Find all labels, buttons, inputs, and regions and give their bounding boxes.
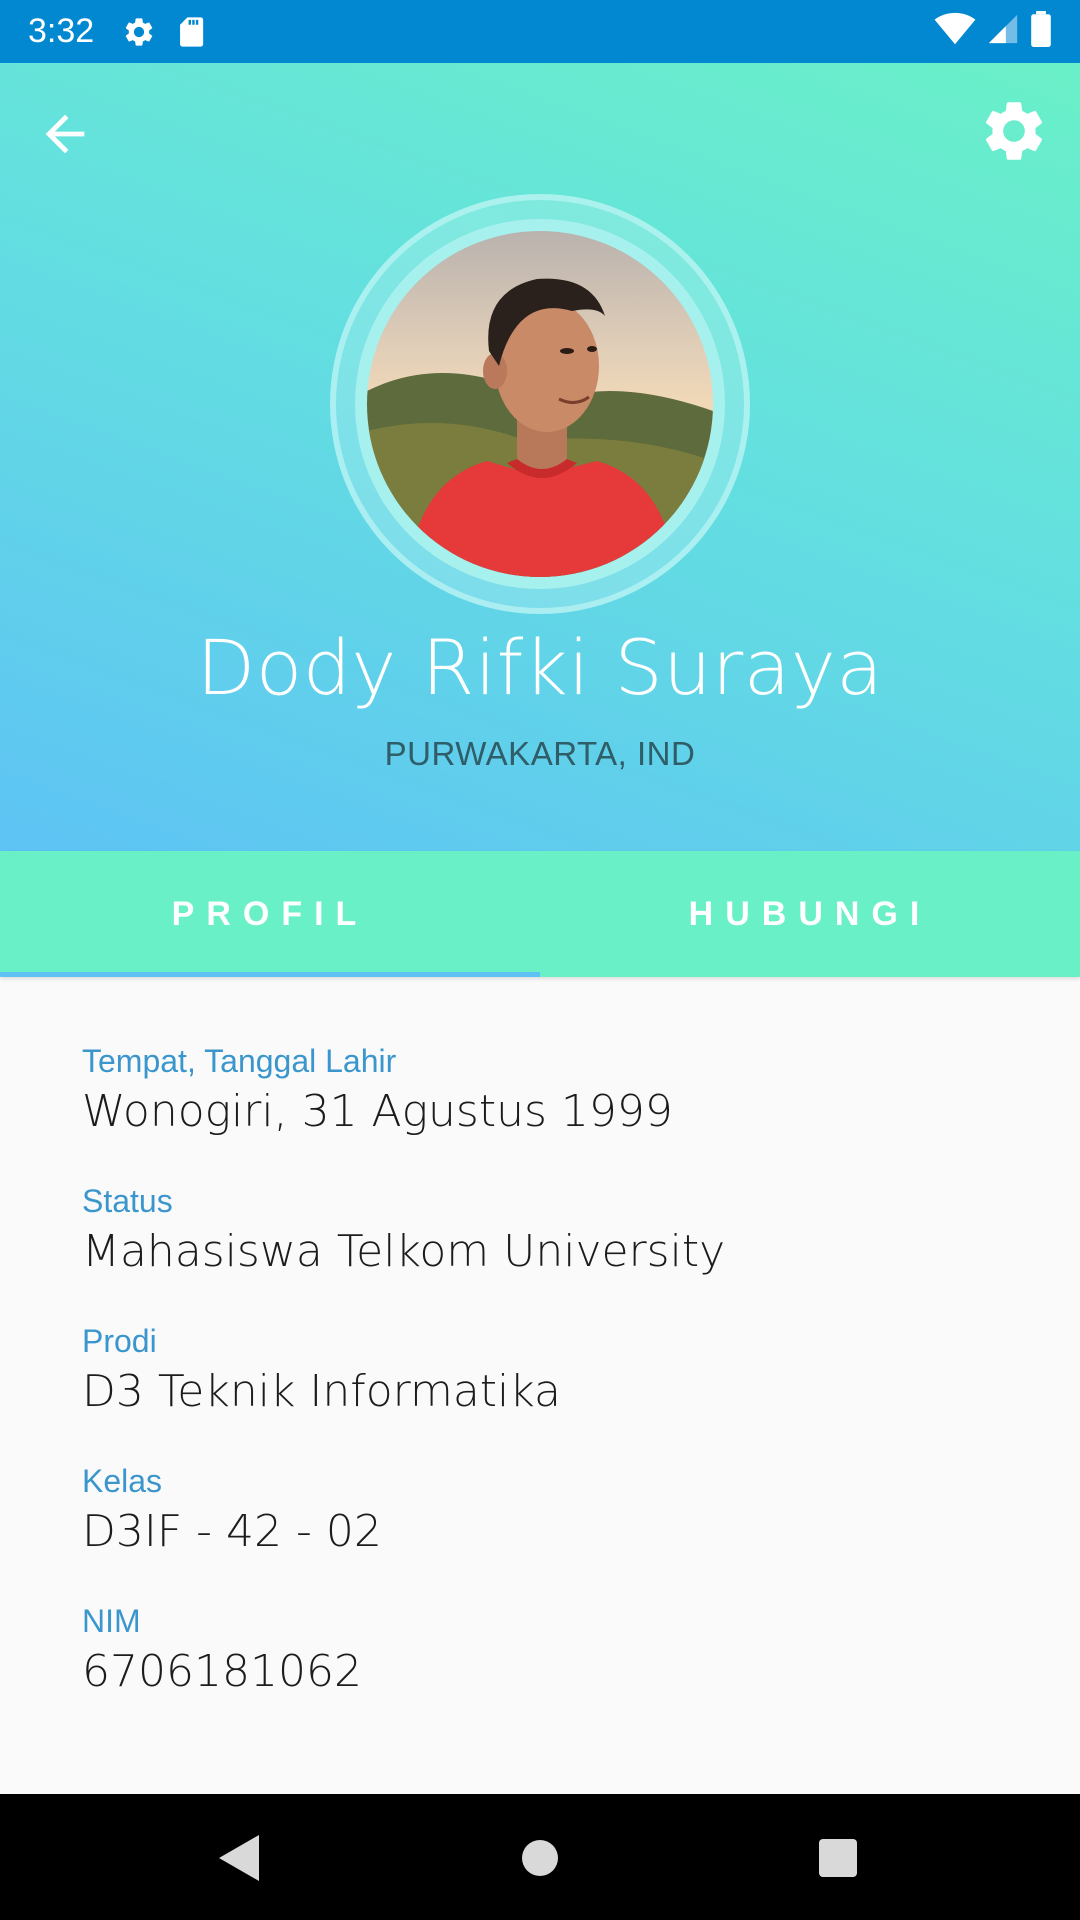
field-value: Wonogiri, 31 Agustus 1999 (82, 1086, 673, 1137)
field-value: D3 Teknik Informatika (82, 1366, 561, 1417)
nav-recents-icon (819, 1839, 857, 1877)
tab-profil[interactable]: PROFIL (0, 851, 540, 977)
status-time: 3:32 (28, 12, 95, 50)
sd-card-icon (176, 15, 206, 49)
nav-home-button[interactable] (510, 1828, 570, 1888)
field-status: Status Mahasiswa Telkom University (82, 1180, 1002, 1282)
nav-back-button[interactable] (208, 1828, 268, 1888)
field-label: Tempat, Tanggal Lahir (82, 1043, 397, 1079)
status-bar: 3:32 (0, 0, 1080, 63)
profile-details: Tempat, Tanggal Lahir Wonogiri, 31 Agust… (82, 1040, 1002, 1740)
field-label: Kelas (82, 1463, 163, 1499)
tab-indicator (0, 972, 540, 977)
back-button[interactable] (32, 101, 98, 167)
field-prodi: Prodi D3 Teknik Informatika (82, 1320, 1002, 1422)
wifi-icon (934, 12, 976, 51)
nav-back-icon (219, 1835, 259, 1881)
field-label: Status (82, 1183, 173, 1219)
field-label: NIM (82, 1603, 141, 1639)
signal-icon (986, 12, 1020, 51)
field-kelas: Kelas D3IF - 42 - 02 (82, 1460, 1002, 1562)
arrow-back-icon (45, 114, 85, 154)
field-value: 6706181062 (82, 1646, 362, 1697)
tab-bar: PROFIL HUBUNGI (0, 851, 1080, 977)
tab-hubungi[interactable]: HUBUNGI (540, 851, 1080, 977)
navigation-bar (0, 1794, 1080, 1920)
nav-recents-button[interactable] (808, 1828, 868, 1888)
settings-button[interactable] (976, 93, 1052, 169)
avatar[interactable] (367, 231, 713, 577)
settings-gear-icon (985, 102, 1043, 160)
status-right-icons (934, 11, 1052, 52)
profile-location: PURWAKARTA, IND (384, 735, 696, 772)
field-value: Mahasiswa Telkom University (82, 1226, 726, 1277)
battery-icon (1030, 11, 1052, 52)
field-value: D3IF - 42 - 02 (82, 1506, 382, 1557)
screen: 3:32 Dody Rifki Suraya PURWAKARTA, IND P… (0, 0, 1080, 1920)
field-nim: NIM 6706181062 (82, 1600, 1002, 1702)
field-birth: Tempat, Tanggal Lahir Wonogiri, 31 Agust… (82, 1040, 1002, 1142)
profile-name: Dody Rifki Suraya (196, 623, 884, 712)
settings-icon (122, 15, 156, 49)
profile-header: Dody Rifki Suraya PURWAKARTA, IND (0, 63, 1080, 851)
nav-home-icon (522, 1840, 558, 1876)
field-label: Prodi (82, 1323, 157, 1359)
